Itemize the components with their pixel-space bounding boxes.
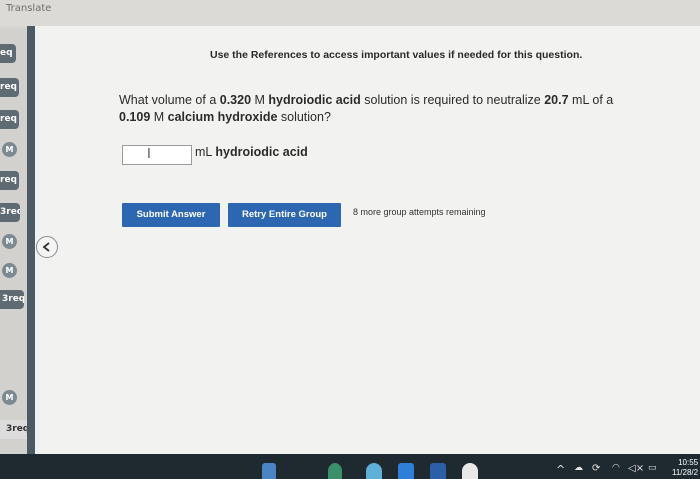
sidebar-item-1[interactable]: eq: [0, 44, 16, 63]
app-icon[interactable]: [366, 463, 382, 479]
sidebar-mastery-icon[interactable]: M: [2, 234, 17, 249]
text-cursor-icon: I: [147, 147, 151, 162]
sidebar-mastery-icon[interactable]: M: [2, 390, 17, 405]
question-panel: Use the References to access important v…: [39, 26, 700, 454]
submit-answer-button[interactable]: Submit Answer: [122, 203, 220, 227]
sidebar-item-6[interactable]: 3req: [0, 203, 20, 222]
translate-button[interactable]: Translate: [6, 3, 51, 14]
question-text: What volume of a 0.320 M hydroiodic acid…: [119, 93, 614, 124]
retry-entire-group-button[interactable]: Retry Entire Group: [228, 203, 341, 227]
sidebar-item-5[interactable]: req: [0, 171, 19, 190]
browser-top-bar: Translate: [0, 0, 700, 26]
battery-icon[interactable]: ▭: [648, 463, 657, 473]
sidebar-item-3[interactable]: req: [0, 110, 19, 129]
app-icon[interactable]: [398, 463, 414, 479]
cloud-icon[interactable]: ☁: [574, 463, 583, 473]
chevron-up-icon[interactable]: ^: [556, 463, 565, 476]
chevron-left-icon: [42, 242, 50, 252]
question-sidebar: eq req req M req 3req M M 3req M 3req: [0, 28, 32, 456]
app-icon[interactable]: [462, 463, 478, 479]
references-notice: Use the References to access important v…: [210, 49, 583, 61]
answer-unit-label: mL hydroiodic acid: [195, 145, 308, 159]
wifi-icon[interactable]: ◠: [612, 463, 620, 473]
sidebar-item-2[interactable]: req: [0, 78, 19, 97]
sidebar-item-9[interactable]: 3req: [0, 290, 24, 309]
volume-icon[interactable]: ◁×: [628, 463, 644, 474]
sync-icon[interactable]: ⟳: [592, 463, 600, 474]
app-icon[interactable]: [328, 463, 342, 479]
app-icon[interactable]: [262, 463, 276, 479]
collapse-sidebar-button[interactable]: [36, 236, 58, 258]
answer-input[interactable]: [122, 145, 192, 165]
attempts-remaining-text: 8 more group attempts remaining: [353, 207, 486, 217]
system-clock[interactable]: 10:55 11/28/2: [672, 458, 698, 478]
sidebar-mastery-icon[interactable]: M: [2, 142, 17, 157]
sidebar-mastery-icon[interactable]: M: [2, 263, 17, 278]
app-icon[interactable]: [430, 463, 446, 479]
